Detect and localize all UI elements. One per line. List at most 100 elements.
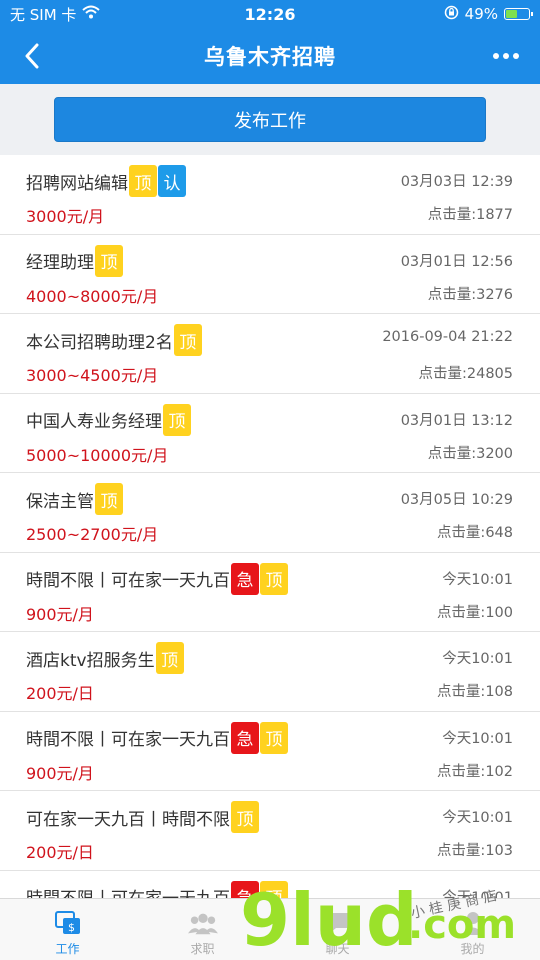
job-title-row: 经理助理顶	[26, 244, 123, 277]
job-view-count: 点击量:3200	[427, 445, 513, 462]
job-badge: 认	[158, 165, 186, 197]
job-title: 時間不限丨可在家一天九百	[26, 571, 230, 591]
more-button[interactable]	[486, 38, 526, 74]
job-list-item[interactable]: 中国人寿业务经理顶 03月01日 13:12 5000~10000元/月 点击量:32…	[0, 394, 540, 473]
back-chevron-icon	[25, 43, 39, 69]
job-badge: 顶	[260, 721, 288, 754]
tab-jobs[interactable]: $ 工作	[0, 899, 135, 960]
tab-chat-label: 聊天	[325, 942, 350, 956]
page-title: 乌鲁木齐招聘	[204, 45, 336, 69]
job-list-item[interactable]: 本公司招聘助理2名顶 2016-09-04 21:22 3000~4500元/月 点击…	[0, 314, 540, 394]
job-badge: 顶	[163, 403, 191, 436]
publish-job-button[interactable]: 发布工作	[54, 97, 486, 142]
job-salary: 3000元/月	[26, 207, 105, 226]
profile-icon	[458, 908, 488, 938]
job-post-time: 03月01日 13:12	[400, 412, 513, 429]
status-bar: 无 SIM 卡 12:26 49%	[0, 0, 540, 28]
tab-profile[interactable]: 我的	[405, 899, 540, 960]
battery-level-fill	[506, 10, 517, 18]
job-salary: 200元/日	[26, 684, 94, 703]
job-title: 招聘网站编辑	[26, 173, 128, 194]
job-title-row: 可在家一天九百丨時間不限顶	[26, 801, 259, 833]
tab-profile-label: 我的	[460, 942, 485, 956]
job-post-time: 2016-09-04 21:22	[382, 329, 513, 345]
job-title: 保洁主管	[26, 491, 94, 512]
job-badge: 顶	[155, 642, 184, 674]
tab-bar: $ 工作 求职 聊天 我的	[0, 898, 540, 960]
job-title-row: 本公司招聘助理2名顶	[26, 324, 202, 356]
tab-job-seeking[interactable]: 求职	[135, 899, 270, 960]
svg-text:$: $	[68, 921, 75, 934]
job-title-row: 時間不限丨可在家一天九百急顶	[26, 562, 288, 595]
job-salary: 200元/日	[26, 843, 94, 862]
tab-chat[interactable]: 聊天	[270, 899, 405, 960]
job-title-row: 保洁主管顶	[26, 483, 123, 515]
job-list-item[interactable]: 招聘网站编辑顶认 03月03日 12:39 3000元/月 点击量:1877	[0, 155, 540, 235]
job-list-item[interactable]: 可在家一天九百丨時間不限顶 今天10:01 200元/日 点击量:103	[0, 791, 540, 871]
more-dots-icon	[493, 53, 499, 59]
nav-bar: 乌鲁木齐招聘	[0, 28, 540, 84]
job-post-time: 今天10:01	[442, 571, 513, 588]
job-post-time: 03月05日 10:29	[400, 492, 513, 508]
wifi-icon	[82, 5, 101, 23]
job-list-item[interactable]: 時間不限丨可在家一天九百急顶 今天10:01 900元/月 点击量:102	[0, 712, 540, 791]
status-right: 49%	[444, 5, 533, 24]
job-list-item[interactable]: 酒店ktv招服务生顶 今天10:01 200元/日 点击量:108	[0, 632, 540, 712]
job-view-count: 点击量:103	[436, 843, 513, 859]
job-title: 中国人寿业务经理	[26, 412, 162, 432]
job-badge: 顶	[129, 165, 157, 197]
job-title: 可在家一天九百丨時間不限	[26, 809, 230, 830]
job-salary: 900元/月	[26, 604, 94, 624]
job-title: 本公司招聘助理2名	[26, 332, 173, 353]
job-badge: 顶	[173, 324, 202, 356]
job-view-count: 点击量:1877	[427, 207, 513, 223]
job-salary: 4000~8000元/月	[26, 286, 159, 306]
job-salary: 900元/月	[26, 763, 94, 783]
job-badge: 急	[231, 562, 259, 595]
job-title-row: 時間不限丨可在家一天九百急顶	[26, 721, 288, 754]
job-title: 時間不限丨可在家一天九百	[26, 730, 230, 750]
job-list[interactable]: 招聘网站编辑顶认 03月03日 12:39 3000元/月 点击量:1877 经理助理顶…	[0, 155, 540, 898]
job-post-time: 03月01日 12:56	[400, 253, 513, 270]
job-badge: 急	[231, 880, 259, 898]
job-board-icon: $	[53, 908, 83, 938]
chat-icon	[323, 908, 353, 938]
job-badge: 顶	[231, 801, 259, 833]
job-salary: 5000~10000元/月	[26, 445, 169, 465]
job-title: 经理助理	[26, 253, 94, 273]
tab-jobs-label: 工作	[55, 942, 80, 956]
status-left: 无 SIM 卡	[10, 4, 101, 25]
back-button[interactable]	[14, 38, 50, 74]
tab-job-seeking-label: 求职	[190, 942, 215, 956]
job-post-time: 今天10:01	[442, 651, 513, 667]
job-post-time: 今天10:01	[442, 730, 513, 747]
carrier-label: 无 SIM 卡	[10, 5, 77, 24]
battery-icon	[504, 8, 533, 20]
more-dot	[513, 53, 519, 59]
people-icon	[187, 908, 218, 938]
job-view-count: 点击量:100	[436, 604, 513, 621]
job-list-item[interactable]: 時間不限丨可在家一天九百急顶今天10:01	[0, 871, 540, 899]
job-list-item[interactable]: 经理助理顶 03月01日 12:56 4000~8000元/月 点击量:3276	[0, 235, 540, 314]
battery-percent: 49%	[464, 5, 498, 23]
job-post-time: 今天10:01	[442, 889, 513, 899]
orientation-lock-icon	[444, 5, 459, 24]
job-title-row: 招聘网站编辑顶认	[26, 165, 186, 197]
job-badge: 顶	[260, 880, 288, 898]
job-post-time: 03月03日 12:39	[400, 174, 513, 190]
job-badge: 顶	[95, 483, 123, 515]
job-badge: 顶	[260, 562, 288, 595]
job-salary: 3000~4500元/月	[26, 366, 159, 385]
job-list-item[interactable]: 時間不限丨可在家一天九百急顶 今天10:01 900元/月 点击量:100	[0, 553, 540, 632]
job-view-count: 点击量:102	[436, 763, 513, 780]
job-view-count: 点击量:108	[436, 684, 513, 700]
job-view-count: 点击量:648	[436, 525, 513, 541]
job-view-count: 点击量:24805	[418, 366, 513, 382]
job-salary: 2500~2700元/月	[26, 525, 159, 544]
job-title-row: 時間不限丨可在家一天九百急顶	[26, 880, 288, 898]
job-title: 酒店ktv招服务生	[26, 650, 155, 671]
more-dot	[503, 53, 509, 59]
job-badge: 顶	[95, 244, 123, 277]
job-title: 時間不限丨可在家一天九百	[26, 884, 230, 898]
job-list-item[interactable]: 保洁主管顶 03月05日 10:29 2500~2700元/月 点击量:648	[0, 473, 540, 553]
